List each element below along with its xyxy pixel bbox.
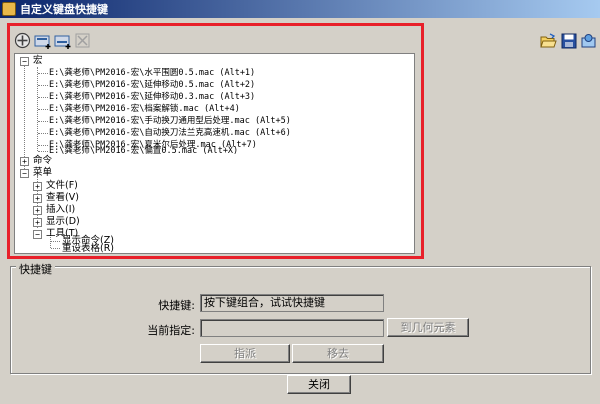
add-icon — [14, 32, 31, 49]
open-folder-icon — [540, 32, 557, 47]
tree-node-command[interactable]: 命令 — [33, 155, 52, 167]
open-button[interactable] — [539, 31, 558, 50]
tree-item-reset-table[interactable]: 重设表格(R) — [62, 243, 114, 253]
close-button[interactable]: 关闭 — [287, 375, 351, 394]
remove-button[interactable]: 移去 — [292, 344, 384, 363]
tree-node-menu[interactable]: 菜单 — [33, 167, 52, 179]
expand-toggle[interactable]: + — [33, 194, 42, 203]
tree-node-display[interactable]: 显示(D) — [46, 216, 80, 228]
tree-node-view[interactable]: 查看(V) — [46, 192, 79, 204]
reset-button[interactable] — [579, 31, 598, 50]
reset-icon — [581, 33, 596, 47]
title-bar: 自定义键盘快捷键 — [0, 0, 600, 18]
expand-toggle[interactable]: − — [20, 169, 29, 178]
shortcut-tree[interactable]: − 宏 E:\龚老师\PM2016-宏\水平围圆0.5.mac (Alt+1) … — [14, 53, 415, 254]
tree-item-macro-5[interactable]: E:\龚老师\PM2016-宏\手动换刀通用型后处理.mac (Alt+5) — [49, 115, 291, 127]
app-icon — [2, 2, 16, 16]
tree-node-insert[interactable]: 插入(I) — [46, 204, 75, 216]
save-icon — [561, 33, 576, 48]
tree-item-macro-3[interactable]: E:\龚老师\PM2016-宏\延伸移动0.3.mac (Alt+3) — [49, 91, 255, 103]
new-key-icon — [34, 35, 50, 49]
expand-toggle[interactable]: − — [33, 230, 42, 239]
expand-toggle[interactable]: + — [33, 218, 42, 227]
shortcut-input[interactable]: 按下键组合，试试快捷键 — [200, 294, 384, 312]
expand-toggle[interactable]: + — [33, 182, 42, 191]
tree-item-macro-2[interactable]: E:\龚老师\PM2016-宏\延伸移动0.5.mac (Alt+2) — [49, 79, 255, 91]
new-key-button[interactable] — [33, 31, 52, 50]
insert-key-icon — [54, 35, 70, 49]
tree-node-macro[interactable]: 宏 — [33, 55, 43, 67]
goto-geometry-button[interactable]: 到几何元素 — [387, 318, 469, 337]
tree-item-macro-4[interactable]: E:\龚老师\PM2016-宏\档案解锁.mac (Alt+4) — [49, 103, 240, 115]
delete-icon — [75, 33, 90, 48]
window-title: 自定义键盘快捷键 — [20, 3, 108, 16]
shortcut-label: 快捷键: — [158, 299, 195, 312]
current-assign-field — [200, 319, 384, 337]
shortcut-group-label: 快捷键 — [16, 261, 55, 277]
delete-button[interactable] — [73, 31, 92, 50]
tree-item-macro-8[interactable]: E:\龚老师\PM2016-宏\偏置0.5.mac (Alt+X) — [49, 145, 238, 157]
expand-toggle[interactable]: − — [20, 57, 29, 66]
current-assign-label: 当前指定: — [147, 324, 195, 337]
insert-key-button[interactable] — [53, 31, 72, 50]
expand-toggle[interactable]: + — [20, 157, 29, 166]
save-button[interactable] — [559, 31, 578, 50]
expand-toggle[interactable]: + — [33, 206, 42, 215]
add-button[interactable] — [13, 31, 32, 50]
assign-button[interactable]: 指派 — [200, 344, 290, 363]
tree-node-file[interactable]: 文件(F) — [46, 180, 78, 192]
tree-item-macro-6[interactable]: E:\龚老师\PM2016-宏\自动换刀法兰克高速机.mac (Alt+6) — [49, 127, 291, 139]
tree-item-macro-1[interactable]: E:\龚老师\PM2016-宏\水平围圆0.5.mac (Alt+1) — [49, 67, 255, 79]
